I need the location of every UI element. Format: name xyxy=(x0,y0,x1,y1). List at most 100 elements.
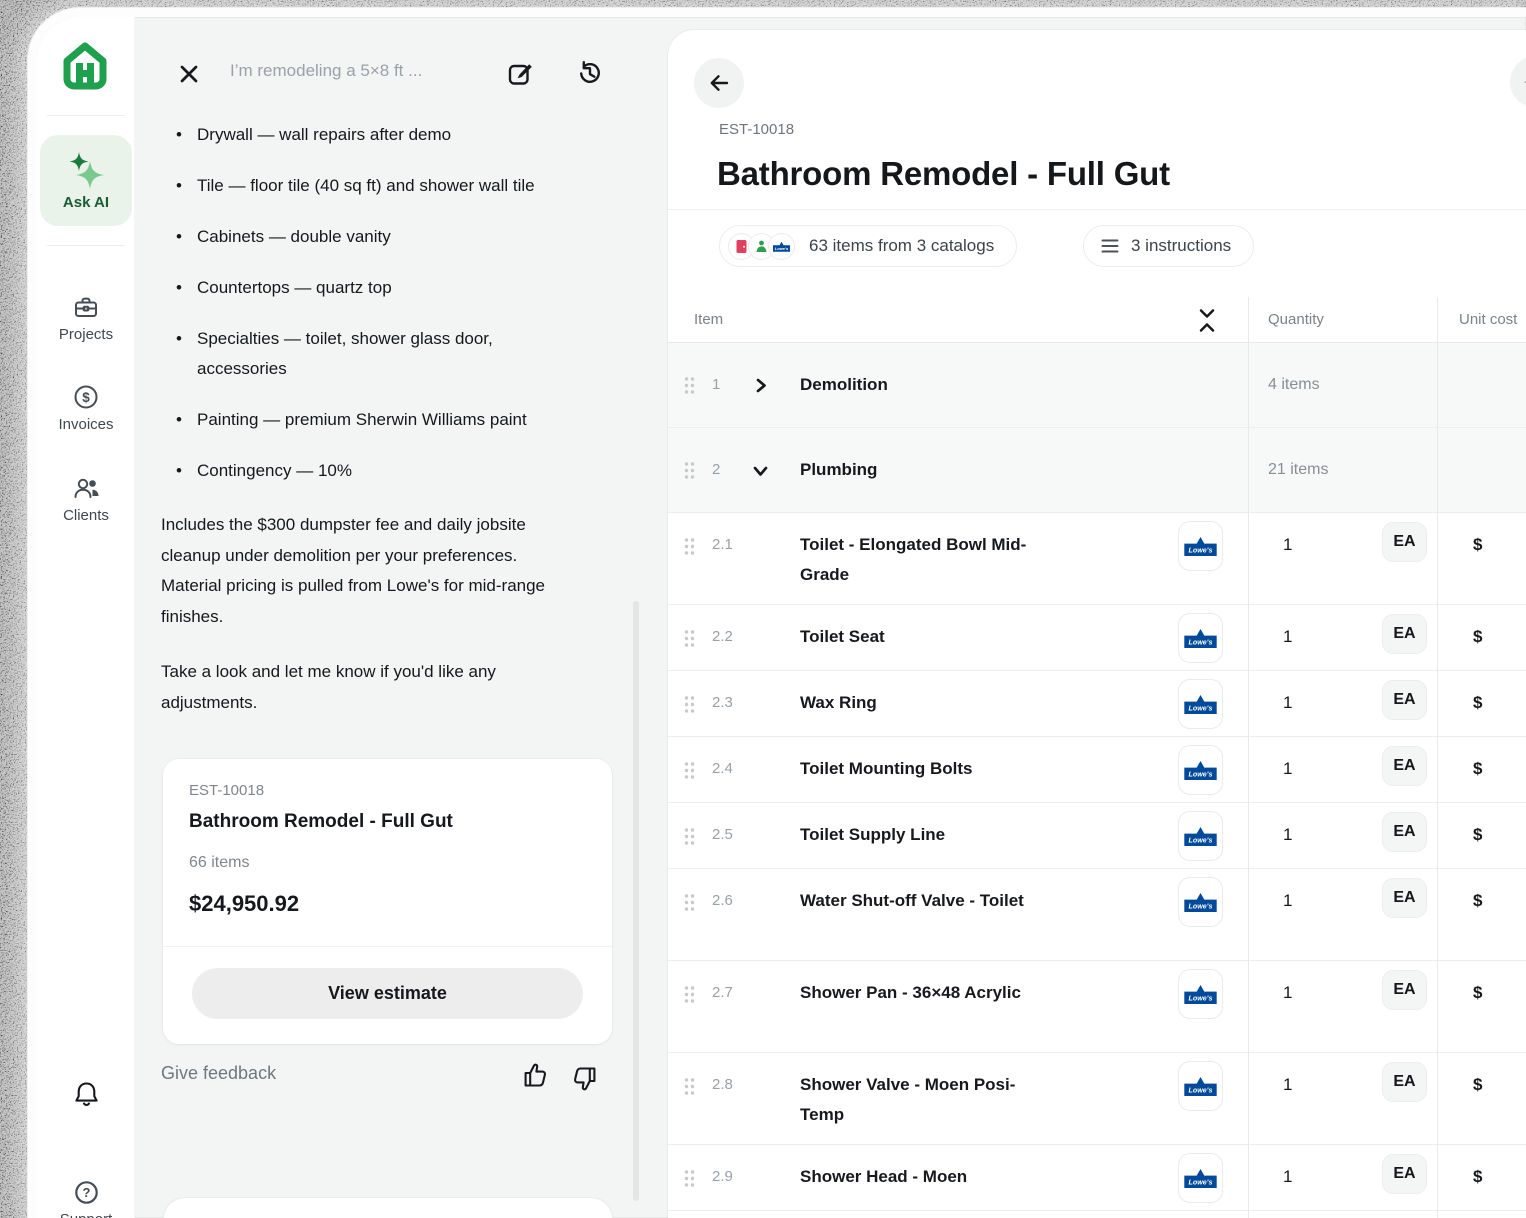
table-item-row[interactable]: 2.1 Toilet - Elongated Bowl Mid-Grade Lo… xyxy=(668,513,1526,605)
table-item-row[interactable]: 2.5 Toilet Supply Line Lowe's 1 EA $ xyxy=(668,803,1526,869)
table-item-row[interactable]: 2.7 Shower Pan - 36×48 Acrylic Lowe's 1 … xyxy=(668,961,1526,1053)
unit-box[interactable]: EA xyxy=(1382,680,1427,720)
chat-paragraph: Includes the $300 dumpster fee and daily… xyxy=(161,510,581,632)
quantity-value[interactable]: 1 xyxy=(1283,978,1292,1008)
quantity-value[interactable]: 1 xyxy=(1283,1070,1292,1100)
unit-cost-value[interactable]: $ xyxy=(1473,754,1482,784)
quantity-value[interactable]: 1 xyxy=(1283,820,1292,850)
card-divider xyxy=(163,946,612,947)
unit-cost-value[interactable]: $ xyxy=(1473,886,1482,916)
sidebar-item-support[interactable]: ? Support xyxy=(37,1179,135,1218)
unit-box[interactable]: EA xyxy=(1382,1154,1427,1194)
quantity-value[interactable]: 1 xyxy=(1283,886,1292,916)
chat-scrollbar[interactable] xyxy=(633,601,639,1201)
back-button[interactable] xyxy=(694,58,744,108)
unit-cost-value[interactable]: $ xyxy=(1473,530,1482,560)
drag-handle-icon[interactable] xyxy=(683,461,696,480)
device-frame: Ask AI Projects $ xyxy=(28,8,1526,1218)
view-estimate-button[interactable]: View estimate xyxy=(192,968,583,1019)
row-number: 2.4 xyxy=(712,754,733,784)
drag-handle-icon[interactable] xyxy=(683,537,696,556)
svg-text:Lowe's: Lowe's xyxy=(1189,705,1213,713)
handoff-logo[interactable] xyxy=(59,40,111,92)
drag-handle-icon[interactable] xyxy=(683,629,696,648)
lowes-catalog-badge: Lowe's xyxy=(1178,521,1223,571)
instructions-badge[interactable]: 3 instructions xyxy=(1083,225,1254,267)
catalog-icon-lowes: Lowe's xyxy=(768,233,795,260)
table-item-row[interactable]: 2.3 Wax Ring Lowe's 1 EA $ xyxy=(668,671,1526,737)
sidebar-item-label: Support xyxy=(60,1211,113,1218)
compose-icon[interactable] xyxy=(506,59,534,87)
group-name: Demolition xyxy=(800,370,1140,400)
drag-handle-icon[interactable] xyxy=(683,761,696,780)
row-number: 2.7 xyxy=(712,978,733,1008)
drag-handle-icon[interactable] xyxy=(683,1077,696,1096)
unit-box[interactable]: EA xyxy=(1382,812,1427,852)
sidebar: Ask AI Projects $ xyxy=(37,17,135,1218)
item-name: Water Shut-off Valve - Toilet xyxy=(800,886,1040,916)
unit-cost-value[interactable]: $ xyxy=(1473,820,1482,850)
sidebar-item-projects[interactable]: Projects xyxy=(37,293,135,343)
drag-handle-icon[interactable] xyxy=(683,985,696,1004)
quantity-value[interactable]: 1 xyxy=(1283,754,1292,784)
sidebar-item-clients[interactable]: Clients xyxy=(37,474,135,524)
table-item-row[interactable]: 2.6 Water Shut-off Valve - Toilet Lowe's… xyxy=(668,869,1526,961)
unit-cost-value[interactable]: $ xyxy=(1473,1070,1482,1100)
lowes-logo: Lowe's xyxy=(1184,628,1217,648)
lowes-catalog-badge: Lowe's xyxy=(1178,811,1223,861)
quantity-value[interactable]: 1 xyxy=(1283,622,1292,652)
unit-box[interactable]: EA xyxy=(1382,878,1427,918)
table-item-row[interactable]: 2.2 Toilet Seat Lowe's 1 EA $ xyxy=(668,605,1526,671)
unit-cost-value[interactable]: $ xyxy=(1473,1162,1482,1192)
quantity-value[interactable]: 1 xyxy=(1283,688,1292,718)
unit-cost-value[interactable]: $ xyxy=(1473,978,1482,1008)
column-header-unit-cost: Unit cost xyxy=(1459,297,1517,343)
quantity-value[interactable]: 1 xyxy=(1283,1162,1292,1192)
unit-box[interactable]: EA xyxy=(1382,1062,1427,1102)
unit-box[interactable]: EA xyxy=(1382,614,1427,654)
catalogs-badge[interactable]: Lowe's 63 items from 3 catalogs xyxy=(719,225,1017,267)
group-name: Plumbing xyxy=(800,455,1140,485)
drag-handle-icon[interactable] xyxy=(683,827,696,846)
unit-box[interactable]: EA xyxy=(1382,746,1427,786)
notifications-button[interactable] xyxy=(37,1080,135,1107)
svg-text:Lowe's: Lowe's xyxy=(1189,1179,1213,1187)
thumbs-up-icon[interactable] xyxy=(522,1062,549,1089)
lowes-catalog-badge: Lowe's xyxy=(1178,679,1223,729)
table-item-row[interactable]: 2.8 Shower Valve - Moen Posi-Temp Lowe's… xyxy=(668,1053,1526,1145)
chevron-right-icon[interactable] xyxy=(752,377,769,394)
item-name: Toilet - Elongated Bowl Mid-Grade xyxy=(800,530,1040,590)
thumbs-down-icon[interactable] xyxy=(571,1065,598,1092)
chat-message-input[interactable] xyxy=(163,1197,613,1218)
unit-box[interactable]: EA xyxy=(1382,522,1427,562)
chevron-down-icon[interactable] xyxy=(752,462,769,479)
history-icon[interactable] xyxy=(575,59,603,87)
chat-thread-title[interactable]: I’m remodeling a 5×8 ft ... xyxy=(230,61,500,81)
svg-text:Lowe's: Lowe's xyxy=(1189,1087,1213,1095)
table-item-row[interactable]: 2.4 Toilet Mounting Bolts Lowe's 1 EA $ xyxy=(668,737,1526,803)
bell-icon xyxy=(73,1080,100,1107)
row-number: 2.6 xyxy=(712,886,733,916)
ai-assistant-button[interactable] xyxy=(1510,56,1526,108)
close-icon[interactable] xyxy=(175,60,203,88)
table-group-row[interactable]: 1 Demolition 4 items xyxy=(668,343,1526,428)
sidebar-item-invoices[interactable]: $ Invoices xyxy=(37,383,135,433)
drag-handle-icon[interactable] xyxy=(683,1169,696,1188)
unit-box[interactable]: EA xyxy=(1382,970,1427,1010)
give-feedback-label: Give feedback xyxy=(161,1063,276,1084)
unit-cost-value[interactable]: $ xyxy=(1473,688,1482,718)
row-number: 2.3 xyxy=(712,688,733,718)
table-item-row[interactable]: 2.9 Shower Head - Moen Lowe's 1 EA $ xyxy=(668,1145,1526,1211)
drag-handle-icon[interactable] xyxy=(683,893,696,912)
lowes-catalog-badge: Lowe's xyxy=(1178,969,1223,1019)
collapse-all-icon[interactable] xyxy=(1196,307,1218,334)
table-group-row[interactable]: 2 Plumbing 21 items xyxy=(668,428,1526,513)
quantity-value[interactable]: 1 xyxy=(1283,530,1292,560)
unit-cost-value[interactable]: $ xyxy=(1473,622,1482,652)
item-name: Shower Head - Moen xyxy=(800,1162,1040,1192)
item-name: Shower Pan - 36×48 Acrylic xyxy=(800,978,1040,1008)
ask-ai-button[interactable]: Ask AI xyxy=(40,135,132,226)
drag-handle-icon[interactable] xyxy=(683,695,696,714)
ask-ai-label: Ask AI xyxy=(63,194,109,211)
drag-handle-icon[interactable] xyxy=(683,376,696,395)
